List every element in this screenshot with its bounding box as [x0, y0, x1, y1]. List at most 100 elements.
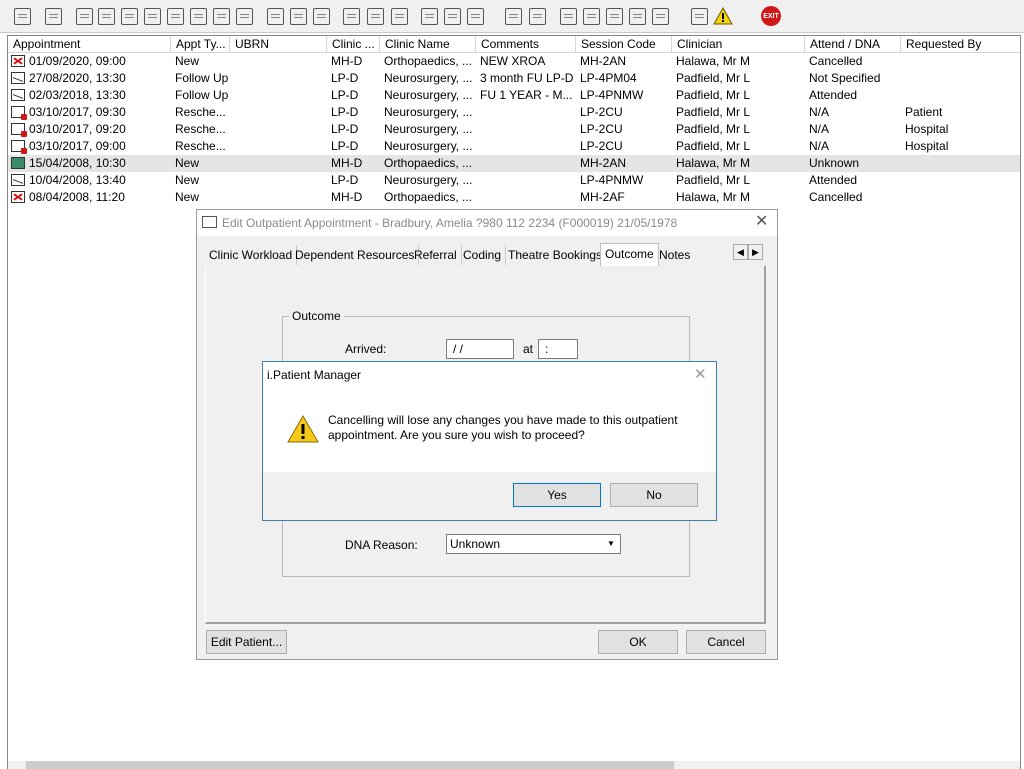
tab-theatre-bookings[interactable]: Theatre Bookings	[504, 245, 608, 265]
flag-icon[interactable]	[211, 6, 231, 26]
list-icon[interactable]	[311, 6, 331, 26]
exit-icon[interactable]: EXIT	[761, 6, 781, 26]
m-icon[interactable]	[142, 6, 162, 26]
transport-icon[interactable]	[442, 6, 462, 26]
document-icon[interactable]	[503, 6, 523, 26]
booked-appointment-icon	[11, 157, 25, 169]
col-clinician[interactable]: Clinician	[672, 36, 805, 52]
col-comments[interactable]: Comments	[476, 36, 576, 52]
dialog-title: i.Patient Manager	[267, 368, 362, 382]
envelope-cross-icon[interactable]	[265, 6, 285, 26]
cell-session: LP-4PNMW	[580, 173, 644, 187]
table-row[interactable]: 08/04/2008, 11:20 New MH-D Orthopaedics, ..…	[8, 189, 1020, 206]
doctor-icon[interactable]	[165, 6, 185, 26]
cell-type: New	[175, 173, 200, 187]
tab-clinic-workload[interactable]: Clinic Workload	[205, 245, 298, 265]
table-row[interactable]: 15/04/2008, 10:30 New MH-D Orthopaedics, ..…	[8, 155, 1020, 172]
cell-requested	[905, 172, 1015, 189]
edit-patient-button[interactable]: Edit Patient...	[206, 630, 287, 654]
cell-attend: Cancelled	[809, 54, 863, 68]
cell-type: New	[175, 156, 200, 170]
col-appointment[interactable]: Appointment	[8, 36, 171, 52]
arrived-time-field[interactable]: :	[538, 339, 578, 359]
cell-appointment: 03/10/2017, 09:00	[29, 139, 126, 153]
cell-appointment: 27/08/2020, 13:30	[29, 71, 126, 85]
bar-chart-icon[interactable]	[527, 6, 547, 26]
notes-icon[interactable]	[188, 6, 208, 26]
tab-dependent-resources[interactable]: Dependent Resources	[291, 245, 420, 265]
tab-notes[interactable]: Notes	[655, 245, 694, 265]
mail-icon[interactable]	[119, 6, 139, 26]
col-ubrn[interactable]: UBRN	[230, 36, 327, 52]
cell-clinic: LP-D	[331, 105, 359, 119]
flag-icon[interactable]	[234, 6, 254, 26]
table-row[interactable]: 01/09/2020, 09:00 New MH-D Orthopaedics, ..…	[8, 53, 1020, 70]
cell-clinician: Halawa, Mr M	[676, 54, 751, 68]
table-row[interactable]: 10/04/2008, 13:40 New LP-D Neurosurgery, ..…	[8, 172, 1020, 189]
letter-icon[interactable]	[365, 6, 385, 26]
col-appt-type[interactable]: Appt Ty...	[171, 36, 230, 52]
clock-icon[interactable]	[288, 6, 308, 26]
cell-attend: N/A	[809, 139, 830, 153]
chevron-right-icon[interactable]: ▶	[748, 244, 763, 260]
col-attend-dna[interactable]: Attend / DNA	[805, 36, 901, 52]
no-button[interactable]: No	[610, 483, 698, 507]
globe-icon[interactable]	[558, 6, 578, 26]
cell-session: MH-2AN	[580, 156, 627, 170]
appointment-icon	[11, 174, 25, 186]
chevron-left-icon[interactable]: ◀	[733, 244, 748, 260]
cell-comments	[480, 104, 576, 121]
cell-requested	[905, 70, 1015, 87]
cell-clinic: MH-D	[331, 54, 363, 68]
col-clinic-name[interactable]: Clinic Name	[380, 36, 476, 52]
cell-comments	[480, 189, 576, 206]
edit-note-icon[interactable]	[96, 6, 116, 26]
tab-referral[interactable]: Referral	[410, 245, 462, 265]
cancelled-appointment-icon	[11, 55, 25, 67]
cell-attend: Attended	[809, 88, 858, 102]
table-row[interactable]: 03/10/2017, 09:30 Resche... LP-D Neurosurge…	[8, 104, 1020, 121]
table-row[interactable]: 03/10/2017, 09:20 Resche... LP-D Neurosurge…	[8, 121, 1020, 138]
close-icon[interactable]: ✕	[755, 214, 768, 230]
forms-icon[interactable]	[581, 6, 601, 26]
cell-appointment: 10/04/2008, 13:40	[29, 173, 126, 187]
table-row[interactable]: 02/03/2018, 13:30 Follow Up LP-D Neurosurge…	[8, 87, 1020, 104]
warning-icon[interactable]	[713, 7, 733, 25]
cell-ubrn	[235, 138, 327, 155]
cell-comments: NEW XROA	[480, 54, 546, 68]
form-edit-icon[interactable]	[604, 6, 624, 26]
ok-button[interactable]: OK	[598, 630, 678, 654]
window-titlebar[interactable]: Edit Outpatient Appointment - Bradbury, …	[197, 210, 777, 236]
cancel-button[interactable]: Cancel	[686, 630, 766, 654]
green-arrow-icon[interactable]	[627, 6, 647, 26]
cell-clinic: LP-D	[331, 173, 359, 187]
table-row[interactable]: 27/08/2020, 13:30 Follow Up LP-D Neurosurge…	[8, 70, 1020, 87]
chart-icon[interactable]	[341, 6, 361, 26]
book-icon[interactable]	[74, 6, 94, 26]
dialog-footer: Yes No	[263, 472, 716, 520]
chevron-down-icon[interactable]: ▼	[603, 536, 619, 552]
ambulance-icon[interactable]	[465, 6, 485, 26]
yes-button[interactable]: Yes	[513, 483, 601, 507]
cell-clinic-name: Neurosurgery, ...	[384, 88, 473, 102]
printer-icon[interactable]	[43, 6, 63, 26]
close-icon[interactable]: ✕	[694, 367, 707, 382]
dna-reason-select[interactable]: Unknown ▼	[446, 534, 621, 554]
appointment-icon	[11, 89, 25, 101]
cell-clinic: MH-D	[331, 190, 363, 204]
col-requested-by[interactable]: Requested By	[901, 36, 1020, 52]
table-row[interactable]: 03/10/2017, 09:00 Resche... LP-D Neurosurge…	[8, 138, 1020, 155]
cell-session: MH-2AF	[580, 190, 625, 204]
cell-clinician: Halawa, Mr M	[676, 156, 751, 170]
cell-comments	[480, 155, 576, 172]
green-check-icon[interactable]	[650, 6, 670, 26]
col-clinic[interactable]: Clinic ...	[327, 36, 380, 52]
tab-outcome[interactable]: Outcome	[600, 243, 659, 266]
arrived-date-field[interactable]: / /	[446, 339, 514, 359]
swap-icon[interactable]	[689, 6, 709, 26]
patient-icon[interactable]	[12, 6, 32, 26]
memo-icon[interactable]	[419, 6, 439, 26]
tab-coding[interactable]: Coding	[459, 245, 507, 265]
col-session-code[interactable]: Session Code	[576, 36, 672, 52]
compass-icon[interactable]	[389, 6, 409, 26]
